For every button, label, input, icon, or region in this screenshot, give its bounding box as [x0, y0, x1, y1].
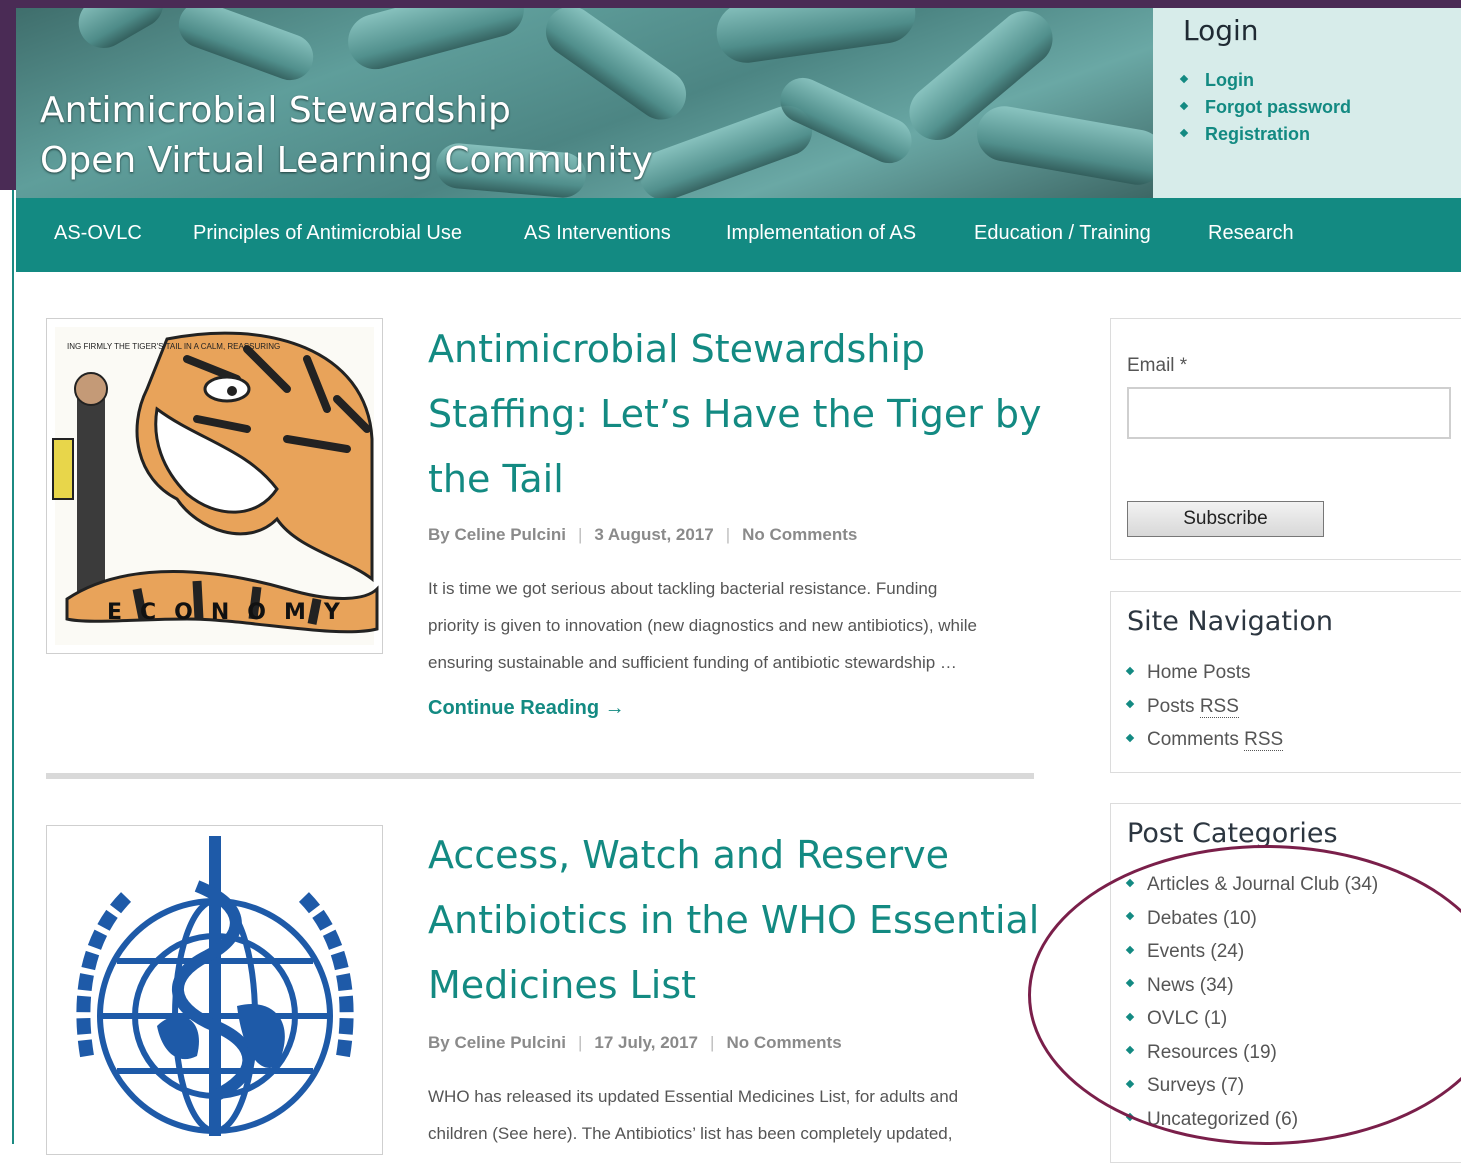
subscribe-button[interactable]: Subscribe	[1127, 501, 1324, 537]
nav-item-as-interventions[interactable]: AS Interventions	[524, 222, 671, 245]
login-box: Login Login Forgot password Registration	[1153, 8, 1461, 198]
post-comments-link[interactable]: No Comments	[726, 1033, 841, 1052]
diamond-bullet-icon	[1179, 102, 1189, 111]
diamond-bullet-icon	[1179, 129, 1189, 138]
category-item[interactable]: Articles & Journal Club (34)	[1125, 870, 1378, 904]
diamond-bullet-icon	[1125, 1012, 1135, 1022]
post-meta: By Celine Pulcini | 17 July, 2017 | No Comme…	[428, 1033, 842, 1052]
diamond-bullet-icon	[1125, 700, 1135, 709]
category-item[interactable]: Uncategorized (6)	[1125, 1105, 1378, 1139]
nav-item-implementation[interactable]: Implementation of AS	[726, 222, 916, 245]
post-divider	[46, 773, 1034, 779]
post-author[interactable]: By Celine Pulcini	[428, 1033, 566, 1052]
post-title-line[interactable]: Antimicrobial Stewardship	[428, 317, 1028, 382]
rss-abbr[interactable]: RSS	[1244, 729, 1284, 751]
diamond-bullet-icon	[1125, 878, 1135, 888]
post-categories-title: Post Categories	[1127, 818, 1338, 849]
bacteria-shape	[69, 8, 173, 58]
post-title-line[interactable]: Staffing: Let’s Have the Tiger by	[428, 382, 1042, 447]
post-title[interactable]: Antimicrobial Stewardship Staffing: Let’…	[428, 317, 1042, 512]
nav-item-research[interactable]: Research	[1208, 222, 1294, 245]
post-title-line[interactable]: the Tail	[428, 447, 1028, 512]
comments-rss-link[interactable]: Comments RSS	[1125, 725, 1284, 759]
bacteria-shape	[972, 101, 1153, 190]
site-title-line1[interactable]: Antimicrobial Stewardship	[40, 86, 653, 136]
category-item[interactable]: Resources (19)	[1125, 1038, 1378, 1072]
nav-item-education-training[interactable]: Education / Training	[974, 222, 1151, 245]
login-title: Login	[1183, 14, 1259, 47]
subscribe-widget: Email * Subscribe	[1110, 318, 1461, 560]
nav-item-as-ovlc[interactable]: AS-OVLC	[54, 222, 142, 245]
who-logo-image	[76, 836, 354, 1136]
diamond-bullet-icon	[1125, 1046, 1135, 1055]
login-link[interactable]: Login	[1179, 68, 1351, 95]
post-title-line[interactable]: Access, Watch and Reserve	[428, 823, 1028, 888]
window-frame-top	[0, 0, 1461, 8]
cartoon-word: ECONOMY	[107, 600, 358, 625]
nav-item-principles[interactable]: Principles of Antimicrobial Use	[193, 222, 462, 245]
post-categories-widget: Post Categories Articles & Journal Club …	[1110, 803, 1461, 1163]
diamond-bullet-icon	[1125, 945, 1135, 955]
category-item[interactable]: OVLC (1)	[1125, 1004, 1378, 1038]
category-item[interactable]: News (34)	[1125, 971, 1378, 1005]
diamond-bullet-icon	[1179, 75, 1189, 84]
rss-abbr[interactable]: RSS	[1199, 695, 1239, 718]
continue-reading-link[interactable]: Continue Reading →	[428, 697, 625, 720]
site-navigation-widget: Site Navigation Home Posts Posts RSS Com…	[1110, 591, 1461, 773]
bacteria-shape	[341, 8, 531, 76]
post-comments-link[interactable]: No Comments	[742, 525, 857, 544]
post-excerpt: WHO has released its updated Essential M…	[428, 1087, 959, 1143]
post-thumbnail-tiger-cartoon[interactable]: ING FIRMLY THE TIGER'S TAIL IN A CALM, R…	[46, 318, 383, 654]
diamond-bullet-icon	[1125, 912, 1135, 921]
post-thumbnail-who-logo[interactable]	[46, 825, 383, 1155]
diamond-bullet-icon	[1125, 666, 1135, 676]
home-posts-link[interactable]: Home Posts	[1125, 658, 1283, 692]
cartoon-caption: ING FIRMLY THE TIGER'S TAIL IN A CALM, R…	[67, 342, 280, 351]
site-navigation-title: Site Navigation	[1127, 606, 1334, 637]
forgot-password-link[interactable]: Forgot password	[1179, 95, 1351, 122]
registration-link[interactable]: Registration	[1179, 122, 1351, 149]
email-label: Email *	[1127, 355, 1188, 376]
diamond-bullet-icon	[1125, 1113, 1135, 1122]
post-excerpt: It is time we got serious about tackling…	[428, 579, 978, 672]
email-field[interactable]	[1127, 387, 1451, 439]
bacteria-shape	[712, 8, 920, 67]
bacteria-shape	[773, 70, 919, 171]
bacteria-shape	[172, 8, 320, 87]
site-title[interactable]: Antimicrobial Stewardship Open Virtual L…	[40, 86, 653, 186]
window-frame-left	[0, 0, 16, 190]
header-banner: Antimicrobial Stewardship Open Virtual L…	[16, 8, 1153, 198]
category-item[interactable]: Events (24)	[1125, 937, 1378, 971]
post-author[interactable]: By Celine Pulcini	[428, 525, 566, 544]
post-title-line[interactable]: Antibiotics in the WHO Essential	[428, 888, 1039, 953]
diamond-bullet-icon	[1125, 733, 1135, 743]
post-categories-list: Articles & Journal Club (34) Debates (10…	[1125, 870, 1378, 1139]
main-navigation: AS-OVLC Principles of Antimicrobial Use …	[16, 198, 1461, 272]
page-left-border	[0, 190, 14, 1144]
category-item[interactable]: Debates (10)	[1125, 904, 1378, 938]
post-meta: By Celine Pulcini | 3 August, 2017 | No Comm…	[428, 525, 858, 544]
post-date: 17 July, 2017	[594, 1033, 699, 1052]
site-navigation-list: Home Posts Posts RSS Comments RSS	[1125, 658, 1284, 759]
post-title[interactable]: Access, Watch and Reserve Antibiotics in…	[428, 823, 1039, 1018]
tiger-cartoon-image: ING FIRMLY THE TIGER'S TAIL IN A CALM, R…	[52, 327, 379, 645]
posts-rss-link[interactable]: Posts RSS	[1125, 692, 1283, 726]
post-title-line[interactable]: Medicines List	[428, 953, 1028, 1018]
post-date: 3 August, 2017	[594, 525, 714, 544]
category-item[interactable]: Surveys (7)	[1125, 1071, 1378, 1105]
login-links: Login Forgot password Registration	[1179, 68, 1351, 149]
diamond-bullet-icon	[1125, 1079, 1135, 1089]
diamond-bullet-icon	[1125, 979, 1135, 988]
site-title-line2[interactable]: Open Virtual Learning Community	[40, 136, 653, 186]
